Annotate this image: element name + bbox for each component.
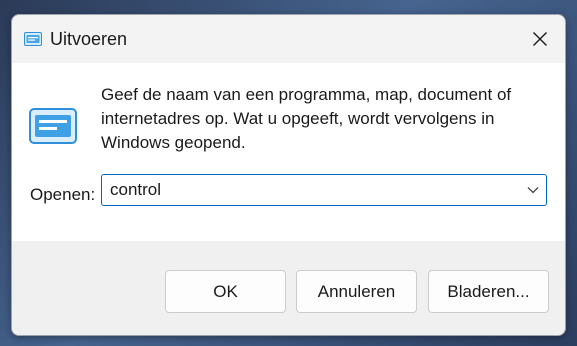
dropdown-button[interactable] (520, 175, 546, 205)
run-app-icon (29, 108, 77, 144)
close-icon (533, 32, 547, 46)
browse-button[interactable]: Bladeren... (428, 270, 549, 313)
run-dialog: Uitvoeren Geef de naam van een programma… (11, 14, 566, 336)
cancel-button[interactable]: Annuleren (296, 270, 417, 313)
run-icon (24, 32, 42, 46)
title-bar[interactable]: Uitvoeren (12, 15, 565, 63)
ok-button[interactable]: OK (165, 270, 286, 313)
dialog-body: Geef de naam van een programma, map, doc… (12, 63, 565, 241)
close-button[interactable] (523, 23, 557, 55)
open-label: Openen: (30, 185, 96, 204)
chevron-down-icon (527, 187, 539, 194)
open-input[interactable] (102, 176, 520, 204)
open-combobox[interactable] (101, 174, 547, 206)
dialog-footer: OK Annuleren Bladeren... (12, 241, 565, 335)
dialog-description: Geef de naam van een programma, map, doc… (101, 85, 512, 152)
window-title: Uitvoeren (50, 29, 128, 49)
